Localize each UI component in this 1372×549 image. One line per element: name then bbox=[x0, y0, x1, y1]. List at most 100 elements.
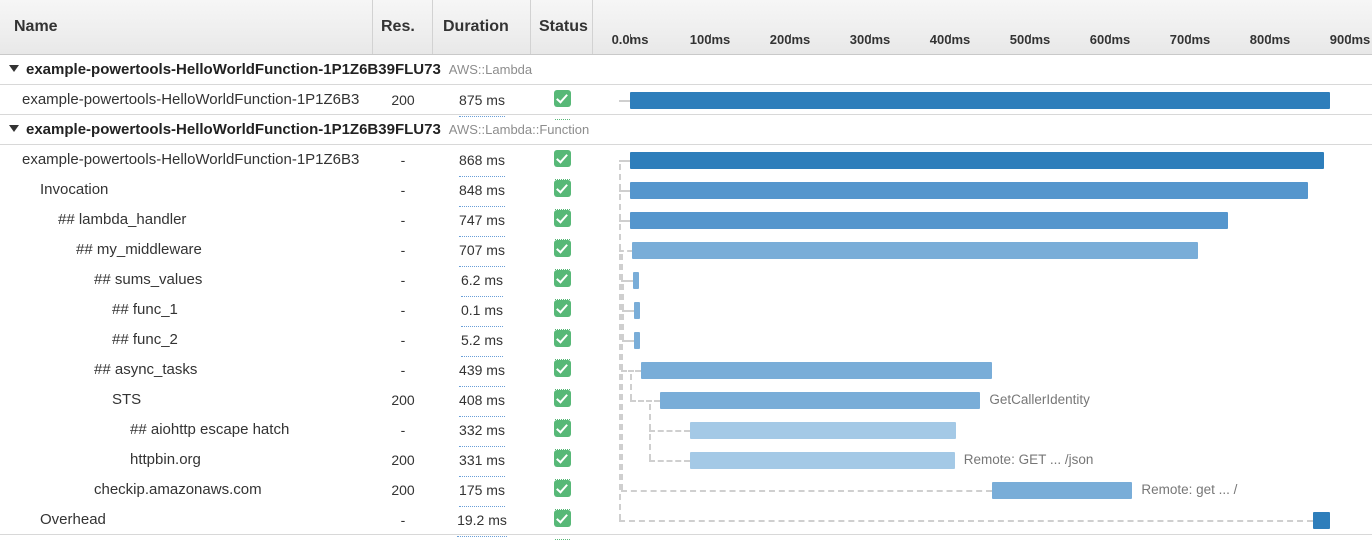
row-name[interactable]: ## aiohttp escape hatch bbox=[0, 415, 373, 445]
duration-bar[interactable] bbox=[660, 392, 980, 409]
row-duration[interactable]: 332 ms bbox=[459, 415, 505, 447]
ok-check-icon bbox=[554, 300, 571, 317]
trace-group-header[interactable]: example-powertools-HelloWorldFunction-1P… bbox=[0, 55, 1372, 85]
row-response-code: - bbox=[373, 235, 433, 265]
row-duration-cell: 868 ms bbox=[433, 145, 531, 175]
row-response-code: 200 bbox=[373, 445, 433, 475]
duration-bar[interactable] bbox=[641, 362, 992, 379]
duration-bar[interactable] bbox=[634, 302, 640, 319]
row-name[interactable]: checkip.amazonaws.com bbox=[0, 475, 373, 505]
row-status-cell bbox=[531, 475, 593, 505]
row-name[interactable]: ## async_tasks bbox=[0, 355, 373, 385]
duration-bar[interactable] bbox=[690, 422, 956, 439]
status-badge[interactable] bbox=[554, 295, 571, 325]
row-name[interactable]: Overhead bbox=[0, 505, 373, 535]
row-name[interactable]: ## func_2 bbox=[0, 325, 373, 355]
duration-bar[interactable] bbox=[630, 182, 1308, 199]
column-header-status[interactable]: Status bbox=[531, 0, 593, 54]
row-duration[interactable]: 5.2 ms bbox=[461, 325, 503, 357]
row-duration[interactable]: 331 ms bbox=[459, 445, 505, 477]
trace-group-header[interactable]: example-powertools-HelloWorldFunction-1P… bbox=[0, 115, 1372, 145]
trace-row[interactable]: checkip.amazonaws.com200175 msRemote: ge… bbox=[0, 475, 1372, 505]
duration-bar[interactable] bbox=[633, 272, 639, 289]
row-name[interactable]: ## func_1 bbox=[0, 295, 373, 325]
row-name[interactable]: ## sums_values bbox=[0, 265, 373, 295]
row-name[interactable]: ## my_middleware bbox=[0, 235, 373, 265]
status-badge[interactable] bbox=[554, 145, 571, 175]
row-duration[interactable]: 408 ms bbox=[459, 385, 505, 417]
status-badge[interactable] bbox=[554, 355, 571, 385]
row-response-code: - bbox=[373, 175, 433, 205]
status-badge[interactable] bbox=[554, 235, 571, 265]
trace-row[interactable]: ## lambda_handler-747 ms bbox=[0, 205, 1372, 235]
row-duration[interactable]: 175 ms bbox=[459, 475, 505, 507]
row-duration[interactable]: 875 ms bbox=[459, 85, 505, 117]
trace-row[interactable]: Overhead-19.2 ms bbox=[0, 505, 1372, 535]
status-badge[interactable] bbox=[554, 385, 571, 415]
trace-row[interactable]: Invocation-848 ms bbox=[0, 175, 1372, 205]
trace-row[interactable]: ## aiohttp escape hatch-332 ms bbox=[0, 415, 1372, 445]
trace-row[interactable]: STS200408 msGetCallerIdentity bbox=[0, 385, 1372, 415]
duration-bar[interactable] bbox=[632, 242, 1198, 259]
duration-bar[interactable] bbox=[992, 482, 1132, 499]
row-duration-cell: 19.2 ms bbox=[433, 505, 531, 535]
trace-row[interactable]: ## my_middleware-707 ms bbox=[0, 235, 1372, 265]
ok-check-icon bbox=[554, 240, 571, 257]
ok-check-icon bbox=[554, 210, 571, 227]
caret-down-icon[interactable] bbox=[9, 65, 19, 72]
status-badge[interactable] bbox=[554, 505, 571, 535]
trace-row[interactable]: ## async_tasks-439 ms bbox=[0, 355, 1372, 385]
status-badge[interactable] bbox=[554, 445, 571, 475]
row-timeline bbox=[593, 295, 1372, 325]
duration-bar[interactable] bbox=[630, 212, 1228, 229]
status-badge[interactable] bbox=[554, 475, 571, 505]
timeline-tick-mark bbox=[1350, 34, 1351, 43]
row-name[interactable]: STS bbox=[0, 385, 373, 415]
row-timeline bbox=[593, 355, 1372, 385]
row-status-cell bbox=[531, 205, 593, 235]
row-name[interactable]: Invocation bbox=[0, 175, 373, 205]
duration-bar[interactable] bbox=[630, 92, 1330, 109]
row-duration[interactable]: 868 ms bbox=[459, 145, 505, 177]
trace-row[interactable]: httpbin.org200331 msRemote: GET ... /jso… bbox=[0, 445, 1372, 475]
trace-row[interactable]: ## func_1-0.1 ms bbox=[0, 295, 1372, 325]
status-badge[interactable] bbox=[554, 175, 571, 205]
status-badge[interactable] bbox=[554, 265, 571, 295]
column-header-duration[interactable]: Duration bbox=[433, 0, 531, 54]
duration-bar[interactable] bbox=[634, 332, 640, 349]
row-duration[interactable]: 19.2 ms bbox=[457, 505, 507, 537]
trace-row[interactable]: ## func_2-5.2 ms bbox=[0, 325, 1372, 355]
trace-row[interactable]: example-powertools-HelloWorldFunction-1P… bbox=[0, 145, 1372, 175]
row-duration-cell: 332 ms bbox=[433, 415, 531, 445]
column-header-name[interactable]: Name bbox=[0, 0, 373, 54]
ok-check-icon bbox=[554, 180, 571, 197]
column-header-res[interactable]: Res. bbox=[373, 0, 433, 54]
duration-bar[interactable] bbox=[630, 152, 1324, 169]
status-badge[interactable] bbox=[554, 205, 571, 235]
row-duration[interactable]: 0.1 ms bbox=[461, 295, 503, 327]
row-name[interactable]: example-powertools-HelloWorldFunction-1P… bbox=[0, 85, 373, 115]
tree-connector-horizontal bbox=[621, 490, 992, 492]
row-name[interactable]: ## lambda_handler bbox=[0, 205, 373, 235]
status-badge[interactable] bbox=[554, 415, 571, 445]
row-duration[interactable]: 6.2 ms bbox=[461, 265, 503, 297]
caret-down-icon[interactable] bbox=[9, 125, 19, 132]
row-response-code: 200 bbox=[373, 85, 433, 115]
status-badge[interactable] bbox=[554, 85, 571, 115]
row-duration-cell: 6.2 ms bbox=[433, 265, 531, 295]
row-duration[interactable]: 848 ms bbox=[459, 175, 505, 207]
status-badge[interactable] bbox=[554, 325, 571, 355]
row-duration[interactable]: 707 ms bbox=[459, 235, 505, 267]
group-name: example-powertools-HelloWorldFunction-1P… bbox=[26, 121, 441, 138]
row-name[interactable]: httpbin.org bbox=[0, 445, 373, 475]
trace-row[interactable]: ## sums_values-6.2 ms bbox=[0, 265, 1372, 295]
duration-bar[interactable] bbox=[690, 452, 955, 469]
row-duration-cell: 0.1 ms bbox=[433, 295, 531, 325]
tree-connector-horizontal bbox=[622, 340, 634, 342]
group-name: example-powertools-HelloWorldFunction-1P… bbox=[26, 61, 441, 78]
duration-bar[interactable] bbox=[1313, 512, 1330, 529]
trace-row[interactable]: example-powertools-HelloWorldFunction-1P… bbox=[0, 85, 1372, 115]
row-name[interactable]: example-powertools-HelloWorldFunction-1P… bbox=[0, 145, 373, 175]
row-duration[interactable]: 747 ms bbox=[459, 205, 505, 237]
row-duration[interactable]: 439 ms bbox=[459, 355, 505, 387]
